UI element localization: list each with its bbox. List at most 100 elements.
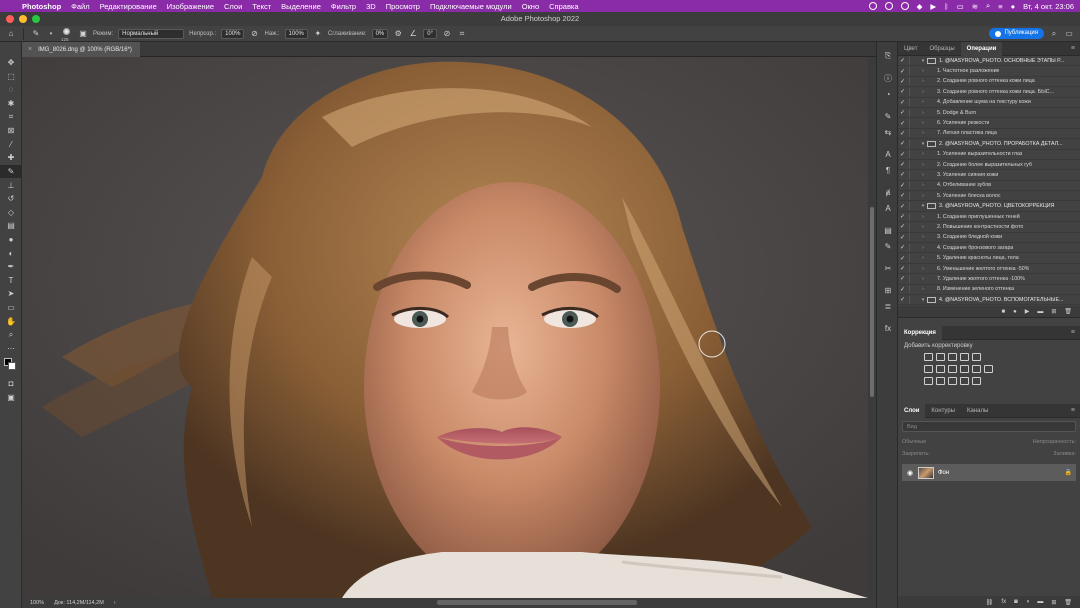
toggle-check-icon[interactable]: ✓ — [898, 192, 907, 199]
toggle-check-icon[interactable]: ✓ — [898, 109, 907, 116]
battery-icon[interactable]: ▭ — [957, 2, 964, 11]
dialog-toggle[interactable] — [909, 285, 917, 294]
selective-color-adjustment-icon[interactable] — [972, 377, 981, 385]
adjustment-layer-icon[interactable]: ◑ — [1026, 599, 1030, 605]
eyedropper-tool-icon[interactable]: ⁄ — [0, 138, 22, 152]
play-icon[interactable]: ▶ — [930, 2, 936, 11]
toggle-check-icon[interactable]: ✓ — [898, 68, 907, 75]
chevron-right-icon[interactable]: › — [919, 182, 927, 188]
wifi-icon[interactable]: ≋ — [972, 2, 978, 11]
airbrush-icon[interactable]: ✦ — [313, 29, 323, 39]
chevron-right-icon[interactable]: › — [919, 120, 927, 126]
menu-layers[interactable]: Слои — [224, 2, 242, 11]
smoothing-field[interactable]: 0% — [371, 28, 389, 39]
chevron-down-icon[interactable]: ▾ — [919, 141, 927, 147]
menu-view[interactable]: Просмотр — [386, 2, 420, 11]
chevron-right-icon[interactable]: › — [919, 193, 927, 199]
toggle-check-icon[interactable]: ✓ — [898, 88, 907, 95]
toggle-check-icon[interactable]: ✓ — [898, 234, 907, 241]
sync-icon[interactable] — [900, 2, 909, 10]
play-icon[interactable]: ▶ — [1025, 308, 1030, 315]
menu-edit[interactable]: Редактирование — [100, 2, 157, 11]
chevron-right-icon[interactable]: › — [919, 224, 927, 230]
frame-tool-icon[interactable]: ⊠ — [0, 124, 22, 138]
document-info[interactable]: Док: 114,2M/114,2M — [54, 600, 104, 606]
mode-select[interactable]: Нормальный — [118, 28, 185, 39]
paragraph-panel-icon[interactable]: ¶ — [877, 162, 899, 178]
chevron-right-icon[interactable]: › — [919, 99, 927, 105]
chevron-right-icon[interactable]: › — [919, 172, 927, 178]
chevron-right-icon[interactable]: › — [919, 89, 927, 95]
blend-mode-select[interactable]: Обычные — [902, 439, 926, 445]
color-swatches[interactable] — [0, 355, 22, 377]
action-row[interactable]: ✓ › 4. Отбеливание зубов — [898, 181, 1080, 192]
toggle-check-icon[interactable]: ✓ — [898, 140, 907, 147]
posterize-adjustment-icon[interactable] — [936, 377, 945, 385]
action-row[interactable]: ✓ › 1. Усиление выразительности глаз — [898, 150, 1080, 160]
zoom-level[interactable]: 100% — [30, 600, 44, 606]
brush-tool-preset-icon[interactable]: ✎ — [31, 29, 41, 39]
minimize-window-button[interactable] — [19, 15, 27, 23]
pressure-field[interactable]: 100% — [284, 28, 308, 39]
dialog-toggle[interactable] — [909, 243, 917, 252]
toggle-check-icon[interactable]: ✓ — [898, 286, 907, 293]
pressure-opacity-icon[interactable]: ⊘ — [249, 29, 259, 39]
dialog-toggle[interactable] — [909, 119, 917, 128]
glyphs-panel-icon[interactable]: ⱥ — [877, 184, 899, 200]
type-tool-icon[interactable]: T — [0, 274, 22, 288]
menu-file[interactable]: Файл — [71, 2, 89, 11]
trash-icon[interactable]: 🗑 — [1064, 308, 1072, 315]
chevron-down-icon[interactable]: ▾ — [919, 297, 927, 303]
brightness-adjustment-icon[interactable] — [924, 353, 933, 361]
gradient-map-adjustment-icon[interactable] — [960, 377, 969, 385]
symmetry-icon[interactable]: ⌗ — [457, 29, 467, 39]
angle-icon[interactable]: ∠ — [408, 29, 418, 39]
toggle-check-icon[interactable]: ✓ — [898, 99, 907, 106]
menu-3d[interactable]: 3D — [366, 2, 376, 11]
action-row[interactable]: ✓ › 8. Изменение зеленого оттенка — [898, 285, 1080, 295]
toggle-check-icon[interactable]: ✓ — [898, 275, 907, 282]
clone-stamp-tool-icon[interactable]: ⊥ — [0, 178, 22, 192]
action-row[interactable]: ✓ › 6. Усиление резкости — [898, 118, 1080, 129]
chevron-right-icon[interactable]: › — [919, 68, 927, 74]
dialog-toggle[interactable] — [909, 67, 917, 76]
path-select-tool-icon[interactable]: ➤ — [0, 287, 22, 301]
dialog-toggle[interactable] — [909, 160, 917, 169]
action-row[interactable]: ✓ › 2. Создание более выразительных губ — [898, 160, 1080, 171]
tool-presets-icon[interactable]: ✂ — [877, 260, 899, 276]
action-row[interactable]: ✓ › 6. Уменьшение желтого оттенка -50% — [898, 264, 1080, 275]
vertical-scrollbar[interactable] — [868, 57, 876, 598]
menu-select[interactable]: Выделение — [281, 2, 321, 11]
brush-tool-icon[interactable]: ✎ — [0, 164, 22, 179]
zoom-window-button[interactable] — [32, 15, 40, 23]
menu-image[interactable]: Изображение — [167, 2, 214, 11]
chevron-right-icon[interactable]: › — [919, 151, 927, 157]
toggle-check-icon[interactable]: ✓ — [898, 171, 907, 178]
search-icon[interactable]: ⌕ — [1049, 29, 1059, 39]
dialog-toggle[interactable] — [909, 274, 917, 283]
action-row[interactable]: ✓ › 5. Dodge & Burn — [898, 108, 1080, 119]
new-action-icon[interactable]: ⊞ — [1051, 308, 1056, 315]
chevron-down-icon[interactable]: ▾ — [919, 58, 927, 64]
lasso-tool-icon[interactable]: ◌ — [0, 83, 22, 97]
action-set-row[interactable]: ✓ ▾ 1. @NASYROVA_PHOTO. ОСНОВНЫЕ ЭТАПЫ Р..… — [898, 56, 1080, 67]
chevron-right-icon[interactable]: › — [919, 276, 927, 282]
pressure-size-icon[interactable]: ⊘ — [442, 29, 452, 39]
panel-menu-icon[interactable]: ≡ — [1071, 407, 1080, 414]
eye-icon[interactable]: ◉ — [906, 469, 914, 477]
lock-icon[interactable]: 🔒 — [1065, 469, 1072, 476]
fill-label[interactable]: Заливка: — [1053, 451, 1076, 457]
brush-size-picker[interactable]: 125 — [61, 27, 73, 42]
chevron-down-icon[interactable]: ▾ — [919, 203, 927, 209]
record-icon[interactable]: ● — [1013, 309, 1017, 315]
panel-menu-icon[interactable]: ≡ — [1071, 45, 1080, 52]
toggle-check-icon[interactable]: ✓ — [898, 182, 907, 189]
add-mask-icon[interactable]: ◙ — [1014, 599, 1018, 605]
document-canvas[interactable] — [22, 57, 868, 598]
tab-corrections[interactable]: Коррекция — [898, 325, 942, 340]
healing-brush-tool-icon[interactable]: ✚ — [0, 151, 22, 165]
background-color-swatch[interactable] — [8, 362, 16, 371]
gear-icon[interactable]: ⚙ — [393, 29, 403, 39]
toggle-check-icon[interactable]: ✓ — [898, 120, 907, 127]
crop-tool-icon[interactable]: ⌗ — [0, 110, 22, 124]
